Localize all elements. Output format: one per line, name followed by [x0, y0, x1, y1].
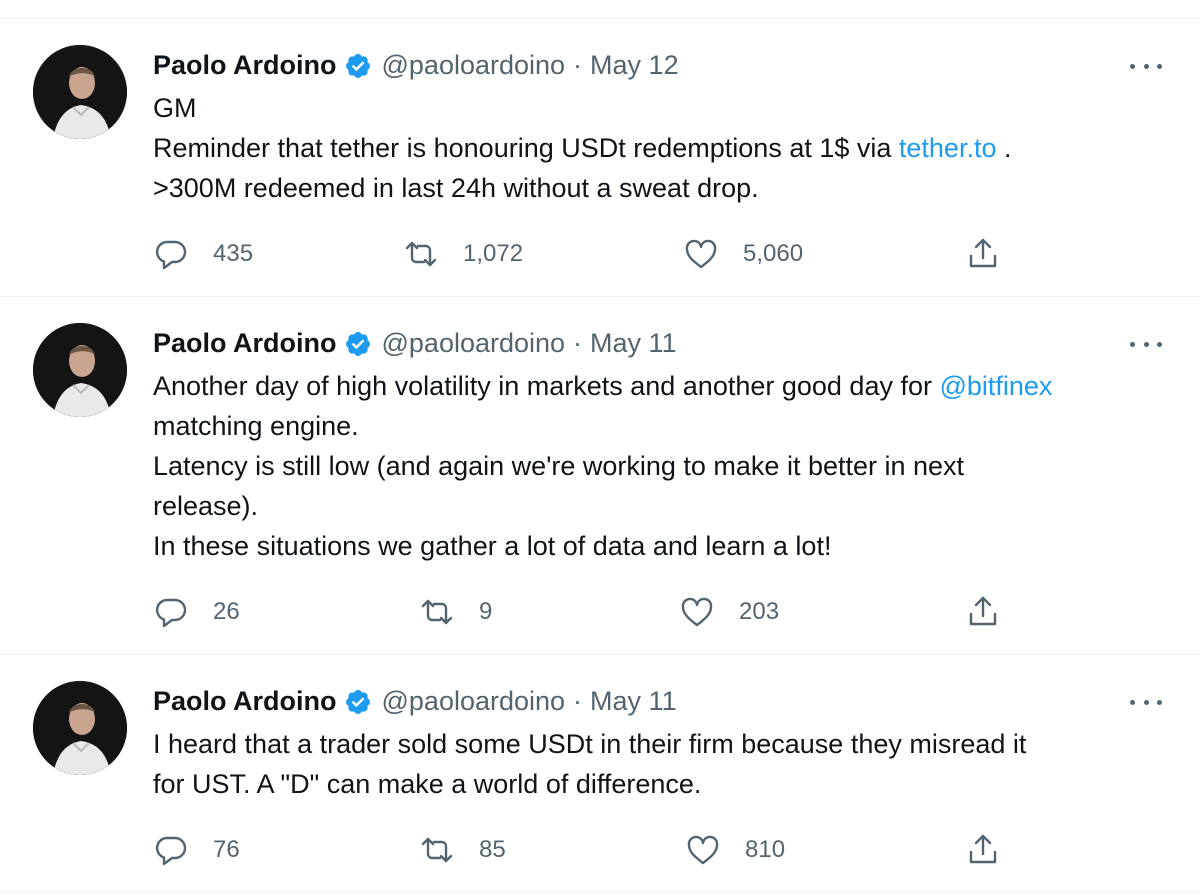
share-button[interactable] — [965, 592, 1025, 632]
reply-icon — [155, 598, 187, 628]
retweet-icon — [421, 837, 453, 863]
retweet-button[interactable]: 9 — [419, 592, 492, 632]
like-count: 203 — [739, 598, 780, 625]
share-button[interactable] — [965, 234, 1025, 274]
reply-button[interactable]: 26 — [153, 592, 240, 632]
like-count: 5,060 — [743, 240, 804, 267]
retweet-button[interactable]: 1,072 — [403, 234, 523, 274]
link-tether-to[interactable]: tether.to — [899, 133, 997, 163]
reply-icon — [155, 240, 187, 270]
separator-dot: · — [573, 50, 583, 80]
mention-bitfinex[interactable]: @bitfinex — [939, 371, 1052, 401]
retweet-count: 85 — [479, 836, 506, 863]
verified-badge-icon — [344, 687, 372, 715]
tweet-date[interactable]: May 11 — [590, 681, 677, 721]
tweet-text: Another day of high volatility in market… — [153, 366, 1173, 566]
tweet-line: Another day of high volatility in market… — [153, 366, 1173, 406]
tweet-line: Latency is still low (and again we're wo… — [153, 451, 965, 481]
share-icon — [969, 834, 997, 864]
tweet-line: GM — [153, 93, 197, 123]
share-button[interactable] — [965, 830, 1025, 870]
like-button[interactable]: 5,060 — [683, 234, 803, 274]
tweet-line: for UST. A "D" can make a world of diffe… — [153, 769, 702, 799]
tweet-text: I heard that a trader sold some USDt in … — [153, 724, 1173, 804]
tweet-line: >300M redeemed in last 24h without a swe… — [153, 173, 759, 203]
author-handle[interactable]: @paoloardoino — [382, 45, 566, 85]
separator-dot: · — [573, 328, 583, 358]
reply-icon — [155, 836, 187, 866]
tweet-text: GM Reminder that tether is honouring USD… — [153, 88, 1173, 208]
tweet-line: I heard that a trader sold some USDt in … — [153, 729, 1027, 759]
like-button[interactable]: 810 — [685, 830, 785, 870]
avatar[interactable] — [33, 45, 127, 139]
tweet-line: release). — [153, 491, 259, 521]
tweet-line: Reminder that tether is honouring USDt r… — [153, 128, 1173, 168]
avatar[interactable] — [33, 323, 127, 417]
more-options-icon[interactable] — [1130, 334, 1162, 354]
retweet-count: 9 — [479, 598, 493, 625]
tweet-actions: 76 85 810 — [153, 830, 1013, 870]
retweet-count: 1,072 — [463, 240, 524, 267]
verified-badge-icon — [344, 51, 372, 79]
heart-icon — [685, 239, 717, 269]
author-handle[interactable]: @paoloardoino — [382, 681, 566, 721]
tweet-text-segment: Another day of high volatility in market… — [153, 371, 940, 401]
reply-count: 76 — [213, 836, 240, 863]
share-icon — [969, 596, 997, 626]
like-button[interactable]: 203 — [679, 592, 779, 632]
author-handle[interactable]: @paoloardoino — [382, 323, 566, 363]
tweet-date[interactable]: May 11 — [590, 323, 677, 363]
tweet-header: Paolo Ardoino @paoloardoino · May 11 — [153, 323, 677, 363]
tweet-actions: 435 1,072 5,060 — [153, 234, 1013, 274]
reply-count: 26 — [213, 598, 240, 625]
heart-icon — [687, 835, 719, 865]
tweet-header: Paolo Ardoino @paoloardoino · May 11 — [153, 681, 677, 721]
author-name[interactable]: Paolo Ardoino — [153, 681, 337, 721]
tweet-text-segment: . — [996, 133, 1012, 163]
tweet-text-segment: Reminder that tether is honouring USDt r… — [153, 133, 899, 163]
divider — [0, 18, 1200, 19]
divider — [0, 654, 1200, 655]
reply-button[interactable]: 435 — [153, 234, 253, 274]
retweet-icon — [421, 599, 453, 625]
tweet-line: In these situations we gather a lot of d… — [153, 531, 832, 561]
avatar[interactable] — [33, 681, 127, 775]
separator-dot: · — [573, 686, 583, 716]
tweet-actions: 26 9 203 — [153, 592, 1013, 632]
reply-count: 435 — [213, 240, 254, 267]
author-name[interactable]: Paolo Ardoino — [153, 323, 337, 363]
tweet-line: matching engine. — [153, 411, 359, 441]
more-options-icon[interactable] — [1130, 56, 1162, 76]
retweet-icon — [405, 241, 437, 267]
author-name[interactable]: Paolo Ardoino — [153, 45, 337, 85]
divider — [0, 892, 1200, 893]
like-count: 810 — [745, 836, 786, 863]
tweet-date[interactable]: May 12 — [590, 45, 679, 85]
more-options-icon[interactable] — [1130, 692, 1162, 712]
retweet-button[interactable]: 85 — [419, 830, 506, 870]
share-icon — [969, 238, 997, 268]
divider — [0, 296, 1200, 297]
heart-icon — [681, 597, 713, 627]
reply-button[interactable]: 76 — [153, 830, 240, 870]
tweet-header: Paolo Ardoino @paoloardoino · May 12 — [153, 45, 679, 85]
verified-badge-icon — [344, 329, 372, 357]
